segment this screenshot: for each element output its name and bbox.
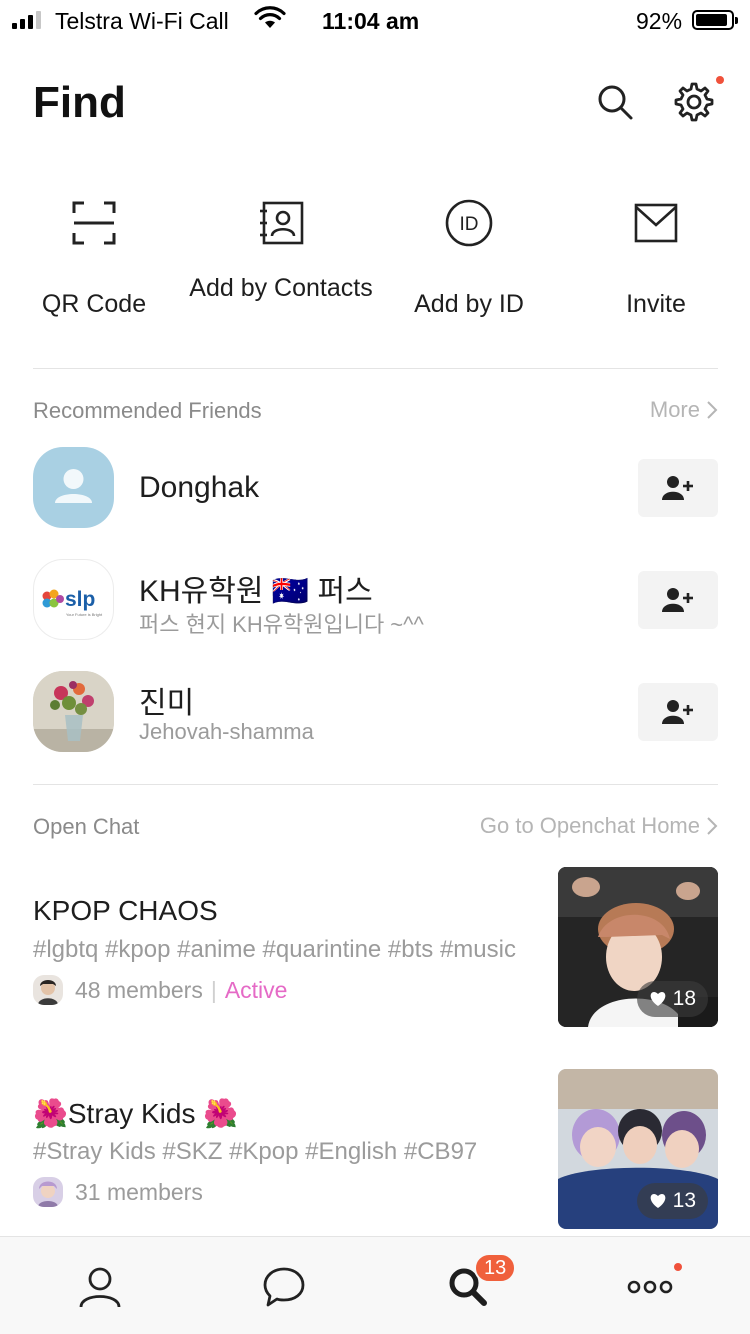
more-notification-dot: [674, 1263, 682, 1271]
settings-button[interactable]: [672, 76, 724, 124]
recommended-friends-title: Recommended Friends: [33, 398, 262, 423]
page-title: Find: [33, 78, 126, 127]
like-count: 18: [672, 987, 696, 1010]
friend-name: Donghak: [139, 471, 260, 504]
heart-icon: [650, 992, 665, 1006]
add-by-id-label: Add by ID: [414, 290, 524, 318]
add-person-icon: [662, 588, 693, 612]
wifi-icon: [254, 6, 286, 28]
add-friend-button[interactable]: [638, 459, 718, 517]
tab-more[interactable]: [620, 1257, 682, 1317]
friend-row[interactable]: slp Your Future is Bright KH유학원 🇦🇺 퍼스 퍼스…: [0, 559, 750, 641]
tab-friends[interactable]: [70, 1257, 130, 1317]
add-by-contacts-label: Add by Contacts: [189, 274, 373, 302]
chat-bubble-icon: [263, 1267, 305, 1307]
member-count: 31 members: [75, 1178, 203, 1205]
friend-row[interactable]: Donghak: [0, 447, 750, 529]
divider: [33, 368, 718, 369]
id-circle-icon: ID: [445, 199, 493, 247]
host-avatar: [33, 975, 63, 1005]
open-chat-thumbnail: 13: [558, 1069, 718, 1229]
clock: 11:04 am: [322, 8, 420, 34]
openchat-home-label: Go to Openchat Home: [479, 813, 700, 838]
host-avatar: [33, 1177, 63, 1207]
gear-icon: [674, 82, 714, 122]
bottom-tab-bar: 13: [0, 1236, 750, 1334]
tab-chats[interactable]: [254, 1257, 314, 1317]
like-count-badge: 13: [636, 1183, 708, 1219]
qr-code-label: QR Code: [41, 290, 147, 318]
add-by-contacts-button[interactable]: Add by Contacts: [187, 195, 375, 302]
friend-row[interactable]: 진미 Jehovah-shamma: [0, 671, 750, 753]
open-chat-meta: 48 members | Active: [33, 975, 287, 1005]
signal-strength-icon: [12, 11, 41, 29]
add-friend-button[interactable]: [638, 571, 718, 629]
chevron-right-icon: [707, 817, 718, 835]
friend-name: KH유학원 🇦🇺 퍼스: [139, 575, 373, 608]
avatar: [33, 671, 114, 752]
friend-status-message: Jehovah-shamma: [139, 719, 314, 744]
qr-scan-icon: [72, 201, 116, 245]
open-chat-meta: 31 members: [33, 1177, 203, 1207]
open-chat-card[interactable]: KPOP CHAOS #lgbtq #kpop #anime #quarinti…: [0, 867, 750, 1029]
slp-logo: slp Your Future is Bright: [42, 588, 103, 617]
open-chat-tags: #Stray Kids #SKZ #Kpop #English #CB97: [33, 1138, 478, 1165]
search-button[interactable]: [593, 80, 637, 124]
open-chat-thumbnail: 18: [558, 867, 718, 1027]
openchat-home-link[interactable]: Go to Openchat Home: [480, 813, 718, 839]
svg-text:ID: ID: [460, 214, 479, 235]
avatar: [33, 447, 114, 528]
status-bar: Telstra Wi-Fi Call 11:04 am 92%: [0, 0, 750, 40]
avatar: slp Your Future is Bright: [33, 559, 114, 640]
like-count-badge: 18: [636, 981, 708, 1017]
more-link-label: More: [649, 397, 700, 422]
default-avatar-icon: [55, 469, 92, 503]
open-chat-card[interactable]: 🌺Stray Kids 🌺 #Stray Kids #SKZ #Kpop #En…: [0, 1069, 750, 1231]
open-chat-tags: #lgbtq #kpop #anime #quarintine #bts #mu…: [33, 936, 516, 963]
add-person-icon: [662, 476, 693, 500]
search-icon: [598, 85, 633, 120]
battery-icon: [692, 10, 738, 30]
open-chat-name: KPOP CHAOS: [33, 895, 218, 926]
svg-text:slp: slp: [65, 588, 95, 611]
svg-text:Your Future is Bright: Your Future is Bright: [66, 612, 103, 617]
open-chat-name: 🌺Stray Kids 🌺: [33, 1098, 239, 1129]
add-friend-button[interactable]: [638, 683, 718, 741]
flower-vase-photo: [33, 671, 114, 752]
friend-name: 진미: [139, 687, 195, 720]
meta-separator: |: [210, 976, 217, 1003]
add-by-id-button[interactable]: ID Add by ID: [375, 195, 563, 318]
person-icon: [79, 1267, 121, 1308]
open-chat-title: Open Chat: [33, 814, 140, 839]
add-person-icon: [662, 700, 693, 724]
find-badge: 13: [474, 1253, 517, 1283]
like-count: 13: [672, 1189, 696, 1212]
invite-button[interactable]: Invite: [562, 195, 750, 318]
invite-label: Invite: [626, 290, 686, 318]
envelope-icon: [634, 203, 678, 243]
qr-code-button[interactable]: QR Code: [0, 195, 188, 318]
settings-notification-dot: [716, 76, 724, 84]
contacts-book-icon: [260, 201, 304, 245]
divider: [33, 784, 718, 785]
chevron-right-icon: [707, 401, 718, 419]
carrier-name: Telstra Wi-Fi Call: [55, 8, 229, 34]
more-link[interactable]: More: [650, 397, 718, 423]
heart-icon: [650, 1194, 665, 1208]
battery-percentage: 92%: [636, 8, 683, 34]
more-dots-icon: [627, 1280, 673, 1294]
member-count: 48 members: [75, 976, 203, 1003]
friend-status-message: 퍼스 현지 KH유학원입니다 ~^^: [139, 612, 424, 637]
activity-status: Active: [224, 976, 288, 1003]
